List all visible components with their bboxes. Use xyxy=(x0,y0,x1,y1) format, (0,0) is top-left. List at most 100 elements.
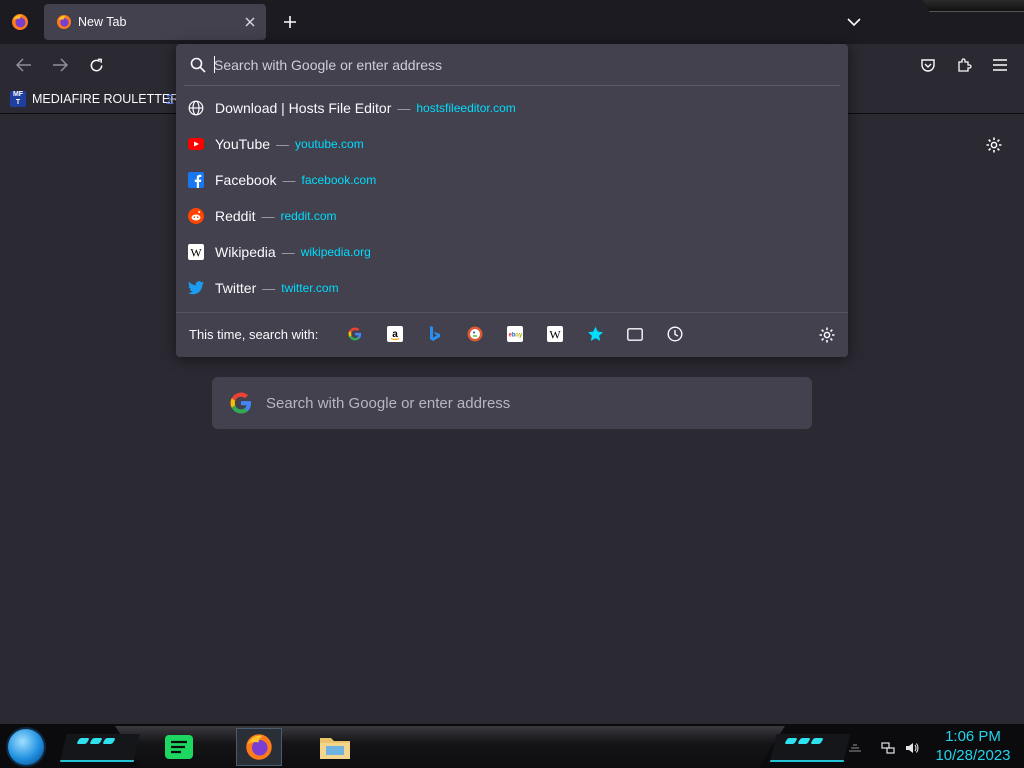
extensions-icon xyxy=(958,58,972,72)
svg-text:ebay: ebay xyxy=(509,333,523,339)
result-separator: — xyxy=(262,280,276,296)
search-icon xyxy=(190,57,206,73)
history-icon[interactable] xyxy=(666,325,684,343)
result-title: Reddit xyxy=(215,208,256,224)
chevron-down-icon xyxy=(847,18,861,27)
result-row-twitter[interactable]: Twitter — twitter.com xyxy=(180,270,844,306)
result-separator: — xyxy=(397,100,411,116)
app-menu-button[interactable] xyxy=(987,52,1013,78)
youtube-icon xyxy=(188,136,204,152)
firefox-icon xyxy=(57,15,71,29)
extensions-button[interactable] xyxy=(951,52,977,78)
result-row-reddit[interactable]: Reddit — reddit.com xyxy=(180,198,844,234)
one-off-search-buttons: This time, search with: a ebay W xyxy=(176,312,848,356)
result-title: YouTube xyxy=(215,136,271,152)
clock-date: 10/28/2023 xyxy=(935,747,1011,764)
pocket-icon xyxy=(921,59,935,72)
taskbar: 1:06 PM 10/28/2023 xyxy=(0,724,1024,768)
volume-icon[interactable] xyxy=(905,741,919,755)
clock-time: 1:06 PM xyxy=(945,728,1001,745)
firefox-icon[interactable] xyxy=(10,12,30,32)
taskbar-center-panel xyxy=(115,726,785,768)
result-separator: — xyxy=(282,172,296,188)
result-row-hosts-file-editor[interactable]: Download | Hosts File Editor — hostsfile… xyxy=(180,90,844,126)
urlbar xyxy=(176,44,848,85)
taskbar-dots-left xyxy=(76,738,116,744)
svg-text:W: W xyxy=(190,246,202,260)
back-arrow-icon xyxy=(16,58,31,72)
bing-icon[interactable] xyxy=(426,325,444,343)
close-tab-icon[interactable] xyxy=(238,10,262,34)
bookmark-partial-icon[interactable]: Σ xyxy=(166,92,174,107)
mediafire-bookmark-icon: MF T xyxy=(10,91,26,107)
plus-icon xyxy=(284,16,296,28)
result-row-wikipedia[interactable]: W Wikipedia — wikipedia.org xyxy=(180,234,844,270)
tab-title: New Tab xyxy=(78,15,127,29)
address-bar-input[interactable] xyxy=(214,52,814,77)
system-clock[interactable]: 1:06 PM 10/28/2023 xyxy=(928,727,1018,765)
result-title: Twitter xyxy=(215,280,257,296)
new-tab-search-box[interactable]: Search with Google or enter address xyxy=(212,377,812,429)
result-separator: — xyxy=(276,136,290,152)
result-url: youtube.com xyxy=(295,137,364,151)
pocket-button[interactable] xyxy=(915,52,941,78)
svg-text:W: W xyxy=(549,328,561,342)
list-all-tabs-button[interactable] xyxy=(842,10,866,34)
ebay-icon[interactable]: ebay xyxy=(506,325,524,343)
taskbar-dots-right xyxy=(784,738,824,744)
amazon-icon[interactable]: a xyxy=(386,325,404,343)
result-url: twitter.com xyxy=(281,281,339,295)
forward-arrow-icon xyxy=(53,58,68,72)
bookmark-label: MEDIAFIRE ROULETTER xyxy=(32,92,180,106)
reddit-icon xyxy=(188,208,204,224)
globe-icon xyxy=(188,100,204,116)
window-decoration xyxy=(922,0,1024,12)
taskbar-app-firefox[interactable] xyxy=(236,728,282,766)
duckduckgo-icon[interactable] xyxy=(466,325,484,343)
start-button[interactable] xyxy=(8,729,44,765)
forward-button[interactable] xyxy=(47,52,73,78)
result-url: hostsfileeditor.com xyxy=(416,101,516,115)
hamburger-menu-icon xyxy=(993,59,1007,71)
taskbar-app-file-explorer[interactable] xyxy=(312,728,358,766)
tabs-icon[interactable] xyxy=(626,325,644,343)
urlbar-results: Download | Hosts File Editor — hostsfile… xyxy=(180,90,844,306)
result-url: wikipedia.org xyxy=(300,245,371,259)
file-explorer-icon xyxy=(320,738,350,759)
urlbar-divider xyxy=(184,85,840,86)
taskbar-app-spotify[interactable] xyxy=(156,728,202,766)
reload-icon xyxy=(90,58,102,71)
result-separator: — xyxy=(261,208,275,224)
gear-icon[interactable] xyxy=(818,326,836,344)
wikipedia-icon: W xyxy=(188,244,204,260)
result-url: facebook.com xyxy=(301,173,377,187)
svg-text:a: a xyxy=(392,329,398,340)
new-tab-button[interactable] xyxy=(278,10,302,34)
result-title: Download | Hosts File Editor xyxy=(215,100,392,116)
tab-strip: New Tab xyxy=(0,0,1024,44)
facebook-icon xyxy=(188,172,204,188)
network-icon[interactable] xyxy=(881,741,895,755)
result-title: Wikipedia xyxy=(215,244,276,260)
result-row-youtube[interactable]: YouTube — youtube.com xyxy=(180,126,844,162)
new-tab-search-placeholder: Search with Google or enter address xyxy=(266,394,511,412)
tab-new-tab[interactable]: New Tab xyxy=(44,4,266,40)
result-title: Facebook xyxy=(215,172,277,188)
bookmarks-star-icon[interactable] xyxy=(586,325,604,343)
bookmark-mediafire-rouletter[interactable]: MF T MEDIAFIRE ROULETTER xyxy=(10,89,179,109)
back-button[interactable] xyxy=(11,52,37,78)
show-hidden-icons-icon[interactable] xyxy=(848,741,862,755)
result-url: reddit.com xyxy=(280,209,337,223)
urlbar-popup: Download | Hosts File Editor — hostsfile… xyxy=(176,44,848,357)
google-icon xyxy=(230,392,251,414)
customize-new-tab-button[interactable] xyxy=(983,134,1005,156)
gear-icon xyxy=(986,137,1002,153)
one-off-label: This time, search with: xyxy=(189,327,319,342)
text-cursor xyxy=(214,56,215,73)
result-separator: — xyxy=(281,244,295,260)
reload-button[interactable] xyxy=(83,52,109,78)
google-icon[interactable] xyxy=(346,325,364,343)
wikipedia-icon[interactable]: W xyxy=(546,325,564,343)
result-row-facebook[interactable]: Facebook — facebook.com xyxy=(180,162,844,198)
spotify-icon xyxy=(165,735,193,759)
